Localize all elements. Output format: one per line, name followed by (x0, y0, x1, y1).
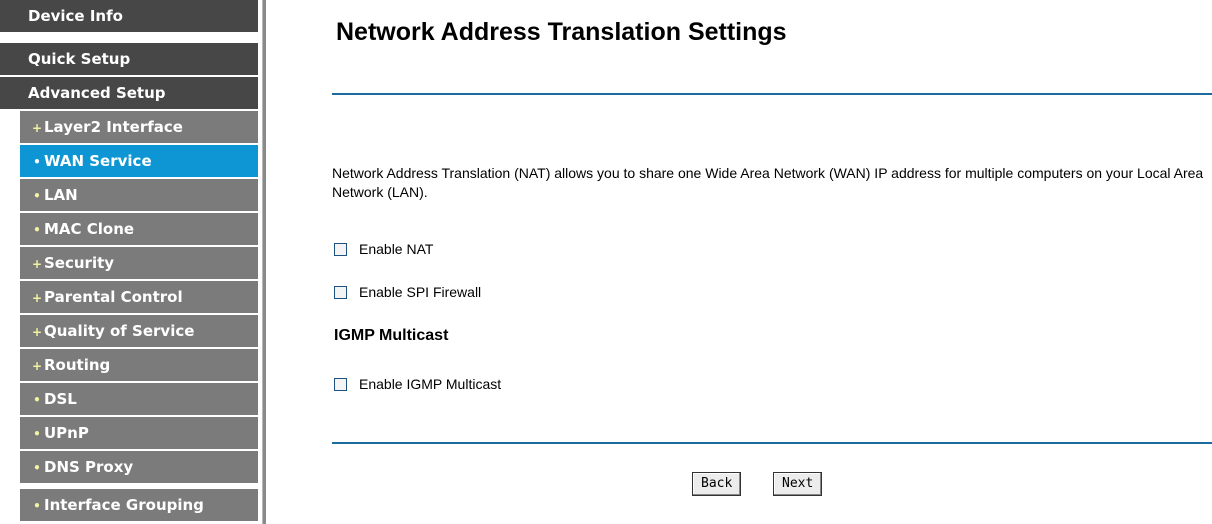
bullet-icon: • (33, 427, 41, 441)
sidebar-item-quality-of-service[interactable]: + Quality of Service (20, 315, 258, 349)
sidebar-divider (262, 0, 266, 524)
enable-spi-firewall-checkbox[interactable] (334, 285, 347, 299)
sidebar-item-label: LAN (44, 186, 78, 204)
sidebar-item-lan[interactable]: • LAN (20, 179, 258, 213)
sidebar-item-label: Parental Control (44, 288, 183, 306)
title-divider (332, 93, 1212, 95)
sidebar-item-label: Quick Setup (28, 50, 131, 68)
sidebar-item-label: Interface Grouping (44, 496, 204, 514)
bullet-icon: • (33, 499, 41, 513)
plus-icon: + (32, 257, 43, 271)
sidebar-item-interface-grouping[interactable]: • Interface Grouping (20, 489, 258, 523)
sidebar-item-label: DSL (44, 390, 77, 408)
sidebar-item-upnp[interactable]: • UPnP (20, 417, 258, 451)
enable-igmp-label: Enable IGMP Multicast (359, 376, 502, 392)
sidebar-item-dns-proxy[interactable]: • DNS Proxy (20, 451, 258, 485)
plus-icon: + (32, 291, 43, 305)
sidebar-item-label: Advanced Setup (28, 84, 166, 102)
sidebar-item-wan-service[interactable]: • WAN Service (20, 145, 258, 179)
bullet-icon: • (33, 223, 41, 237)
enable-spi-firewall-option[interactable]: Enable SPI Firewall (334, 283, 481, 301)
back-button[interactable]: Back (692, 472, 742, 496)
page-title: Network Address Translation Settings (336, 18, 787, 46)
sidebar-item-mac-clone[interactable]: • MAC Clone (20, 213, 258, 247)
sidebar-item-device-info[interactable]: Device Info (0, 0, 258, 34)
sidebar-item-label: Layer2 Interface (44, 118, 183, 136)
enable-igmp-checkbox[interactable] (334, 377, 347, 391)
bullet-icon: • (33, 461, 41, 475)
main-content: Network Address Translation Settings Net… (332, 0, 1212, 524)
sidebar-item-parental-control[interactable]: + Parental Control (20, 281, 258, 315)
sidebar-item-label: DNS Proxy (44, 458, 134, 476)
sidebar-item-advanced-setup[interactable]: Advanced Setup (0, 77, 258, 111)
sidebar-item-dsl[interactable]: • DSL (20, 383, 258, 417)
sidebar-item-layer2-interface[interactable]: + Layer2 Interface (20, 111, 258, 145)
sidebar-menu: Device Info Quick Setup Advanced Setup +… (0, 0, 258, 524)
nat-description: Network Address Translation (NAT) allows… (332, 165, 1204, 200)
sidebar-item-quick-setup[interactable]: Quick Setup (0, 43, 258, 77)
enable-nat-checkbox[interactable] (334, 242, 347, 256)
sidebar-item-label: Quality of Service (44, 322, 195, 340)
plus-icon: + (32, 121, 43, 135)
sidebar-item-label: UPnP (44, 424, 89, 442)
footer-divider (332, 442, 1212, 444)
enable-igmp-option[interactable]: Enable IGMP Multicast (334, 375, 501, 393)
bullet-icon: • (33, 155, 41, 169)
enable-spi-firewall-label: Enable SPI Firewall (359, 284, 482, 300)
sidebar-item-security[interactable]: + Security (20, 247, 258, 281)
sidebar-item-routing[interactable]: + Routing (20, 349, 258, 383)
enable-nat-label: Enable NAT (359, 241, 434, 257)
bullet-icon: • (33, 189, 41, 203)
bullet-icon: • (33, 393, 41, 407)
plus-icon: + (32, 325, 43, 339)
page: Device Info Quick Setup Advanced Setup +… (0, 0, 1212, 524)
sidebar-item-label: Device Info (28, 7, 123, 25)
sidebar-item-label: Routing (44, 356, 111, 374)
sidebar-item-label: MAC Clone (44, 220, 135, 238)
plus-icon: + (32, 359, 43, 373)
igmp-multicast-heading: IGMP Multicast (334, 327, 449, 344)
next-button[interactable]: Next (773, 472, 823, 496)
enable-nat-option[interactable]: Enable NAT (334, 240, 433, 258)
sidebar-item-label: WAN Service (44, 152, 152, 170)
sidebar-item-label: Security (44, 254, 115, 272)
